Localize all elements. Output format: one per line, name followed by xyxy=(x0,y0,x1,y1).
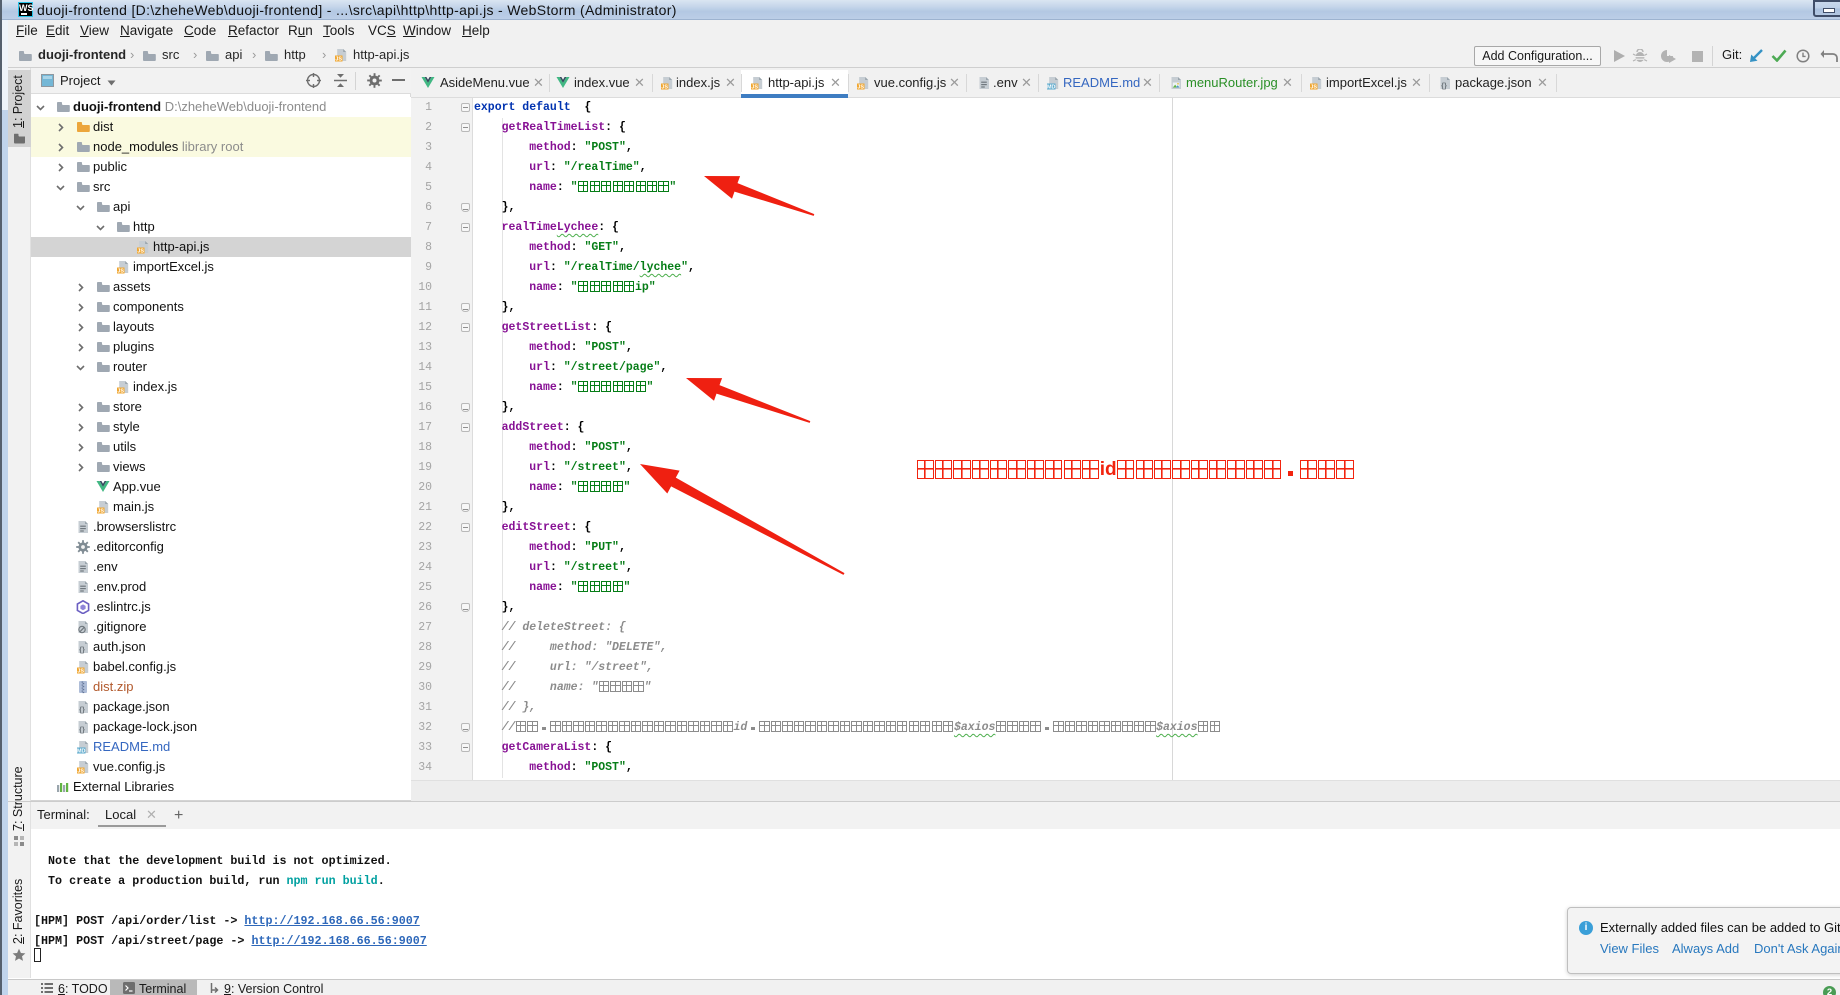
svg-text:{}: {} xyxy=(79,725,85,734)
svg-text:JS: JS xyxy=(335,56,342,62)
svg-text:{}: {} xyxy=(79,705,85,714)
svg-text:JS: JS xyxy=(1310,84,1317,90)
svg-text:JS: JS xyxy=(751,84,758,90)
svg-text:JS: JS xyxy=(117,268,124,274)
svg-text:JS: JS xyxy=(117,388,124,394)
svg-text:JS: JS xyxy=(77,668,84,674)
svg-text:MD: MD xyxy=(77,748,85,754)
svg-text:JS: JS xyxy=(97,508,104,514)
svg-text:{}: {} xyxy=(1441,81,1447,90)
svg-text:JS: JS xyxy=(77,768,84,774)
svg-text:{}: {} xyxy=(79,645,85,654)
svg-text:JS: JS xyxy=(137,248,144,254)
svg-text:JS: JS xyxy=(661,84,668,90)
svg-text:MD: MD xyxy=(1047,84,1055,90)
svg-text:JS: JS xyxy=(857,84,864,90)
